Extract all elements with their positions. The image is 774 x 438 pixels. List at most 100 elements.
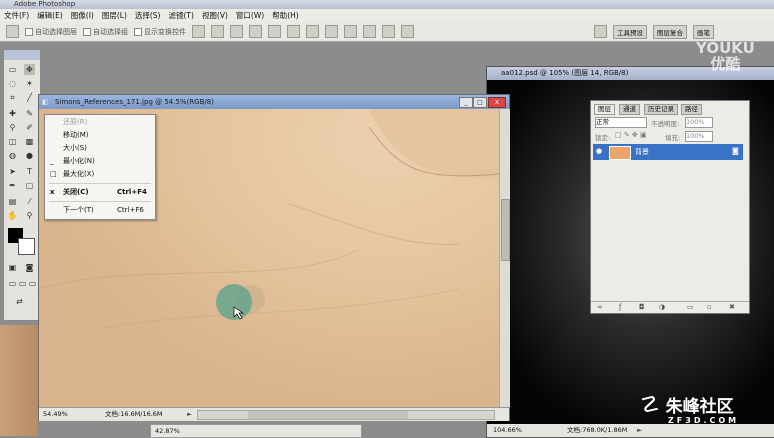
menu-move[interactable]: 移动(M) — [45, 129, 155, 142]
menu-filter[interactable]: 滤镜(T) — [165, 10, 198, 21]
align-center-icon[interactable] — [268, 25, 281, 38]
doc1-status-arrow-icon[interactable]: ► — [187, 408, 192, 421]
menu-select[interactable]: 选择(S) — [131, 10, 165, 21]
menu-help[interactable]: 帮助(H) — [268, 10, 303, 21]
clone-stamp-icon[interactable]: ⚲ — [7, 122, 18, 133]
close-button[interactable]: x — [488, 97, 506, 108]
hand-tool-icon[interactable]: ✋ — [7, 210, 18, 221]
add-mask-icon[interactable]: ◘ — [639, 303, 645, 311]
tab-layer-comps[interactable]: 图层复合 — [653, 24, 687, 39]
menu-next[interactable]: 下一个(T) Ctrl+F6 — [45, 204, 155, 217]
layers-panel: 图层 通道 历史记录 路径 正常 不透明度: 100% 锁定: □ ✎ ✥ ▣ … — [590, 100, 750, 314]
menu-window[interactable]: 窗口(W) — [232, 10, 268, 21]
standard-mode-icon[interactable]: ▣ — [7, 262, 18, 273]
layer-name: 背景 — [635, 148, 649, 156]
bridge-icon[interactable] — [594, 25, 607, 38]
doc1-horizontal-scrollbar[interactable] — [197, 410, 495, 420]
background-color-swatch[interactable] — [18, 238, 35, 255]
doc1-zoom[interactable]: 54.49% — [43, 408, 68, 421]
background-image-fragment — [0, 325, 38, 436]
new-layer-icon[interactable]: ▫ — [707, 303, 712, 311]
doc1-vertical-scrollbar[interactable] — [499, 109, 510, 407]
tab-history[interactable]: 历史记录 — [644, 104, 678, 115]
path-select-icon[interactable]: ➤ — [7, 166, 18, 177]
magic-wand-icon[interactable]: ✶ — [24, 78, 35, 89]
lasso-tool-icon[interactable]: ◌ — [7, 78, 18, 89]
delete-layer-icon[interactable]: ✖ — [729, 303, 735, 311]
doc2-status-arrow-icon[interactable]: ► — [637, 424, 642, 437]
quick-mask-icon[interactable]: ◙ — [24, 262, 35, 273]
distribute-2-icon[interactable] — [325, 25, 338, 38]
move-tool-icon[interactable]: ✥ — [24, 64, 35, 75]
distribute-icon[interactable] — [306, 25, 319, 38]
menu-layer[interactable]: 图层(L) — [98, 10, 131, 21]
distribute-6-icon[interactable] — [401, 25, 414, 38]
auto-select-layer-checkbox[interactable] — [83, 27, 91, 36]
pen-tool-icon[interactable]: ✒ — [7, 180, 18, 191]
crop-tool-icon[interactable]: ⌗ — [7, 92, 18, 103]
auto-select-group-checkbox[interactable] — [25, 27, 33, 36]
shape-tool-icon[interactable]: ▢ — [24, 180, 35, 191]
move-tool-preset-icon[interactable] — [6, 25, 19, 38]
background-doc-zoom[interactable]: 42.87% — [155, 425, 180, 437]
doc1-title-bar[interactable]: ◧ Simons_References_171.jpg @ 54.5%(RGB/… — [39, 95, 509, 109]
menu-maximize[interactable]: □ 最大化(X) — [45, 168, 155, 181]
show-transform-checkbox[interactable] — [134, 27, 142, 36]
distribute-3-icon[interactable] — [344, 25, 357, 38]
menu-image[interactable]: 图像(I) — [67, 10, 98, 21]
menu-restore[interactable]: 还原(R) — [45, 116, 155, 129]
distribute-4-icon[interactable] — [363, 25, 376, 38]
tab-tool-presets[interactable]: 工具预设 — [613, 24, 647, 39]
eyedropper-icon[interactable]: ⁄ — [24, 196, 35, 207]
imageready-icon[interactable]: ⇄ — [14, 296, 25, 307]
align-top-icon[interactable] — [192, 25, 205, 38]
hscroll-thumb[interactable] — [248, 411, 408, 419]
doc2-zoom[interactable]: 104.66% — [493, 424, 522, 437]
fill-label: 填充: — [665, 134, 681, 142]
screen-mode-3-icon[interactable]: ▭ — [27, 278, 38, 289]
gradient-tool-icon[interactable]: ▩ — [24, 136, 35, 147]
history-brush-icon[interactable]: ✐ — [24, 122, 35, 133]
minimize-button[interactable]: _ — [459, 97, 473, 108]
tab-brushes[interactable]: 画笔 — [693, 24, 714, 39]
healing-brush-icon[interactable]: ✚ — [7, 108, 18, 119]
new-group-icon[interactable]: ▭ — [687, 303, 694, 311]
adjustment-layer-icon[interactable]: ◑ — [659, 303, 665, 311]
fill-field[interactable]: 100% — [685, 131, 713, 142]
tab-layers[interactable]: 图层 — [594, 104, 615, 115]
blur-tool-icon[interactable]: ◍ — [7, 150, 18, 161]
menu-file[interactable]: 文件(F) — [0, 10, 33, 21]
menu-edit[interactable]: 编辑(E) — [33, 10, 67, 21]
zoom-tool-icon[interactable]: ⚲ — [24, 210, 35, 221]
ps-window-icon[interactable]: ◧ — [42, 95, 52, 109]
brush-tool-icon[interactable]: ✎ — [24, 108, 35, 119]
slice-tool-icon[interactable]: ╱ — [24, 92, 35, 103]
menu-close[interactable]: x 关闭(C) Ctrl+F4 — [45, 186, 155, 199]
doc1-title: Simons_References_171.jpg @ 54.5%(RGB/8) — [55, 98, 214, 106]
align-left-icon[interactable] — [249, 25, 262, 38]
maximize-button[interactable]: □ — [473, 97, 487, 108]
blend-mode-value: 正常 — [596, 118, 609, 126]
dodge-tool-icon[interactable]: ● — [24, 150, 35, 161]
align-right-icon[interactable] — [287, 25, 300, 38]
lock-icons[interactable]: □ ✎ ✥ ▣ — [615, 131, 647, 139]
scroll-thumb[interactable] — [501, 199, 510, 261]
menu-view[interactable]: 视图(V) — [198, 10, 232, 21]
tab-paths[interactable]: 路径 — [681, 104, 702, 115]
visibility-eye-icon[interactable]: ● — [596, 147, 602, 155]
layer-row-background[interactable]: ● 背景 ◙ — [593, 144, 743, 160]
opacity-field[interactable]: 100% — [685, 117, 713, 128]
type-tool-icon[interactable]: T — [24, 166, 35, 177]
align-bottom-icon[interactable] — [230, 25, 243, 38]
marquee-tool-icon[interactable]: ▭ — [7, 64, 18, 75]
blend-mode-select[interactable]: 正常 — [595, 117, 647, 128]
layer-style-icon[interactable]: ƒ — [619, 303, 621, 311]
tab-channels[interactable]: 通道 — [619, 104, 640, 115]
menu-size[interactable]: 大小(S) — [45, 142, 155, 155]
link-layers-icon[interactable]: ∞ — [597, 303, 603, 311]
align-middle-icon[interactable] — [211, 25, 224, 38]
notes-tool-icon[interactable]: ▤ — [7, 196, 18, 207]
menu-minimize[interactable]: _ 最小化(N) — [45, 155, 155, 168]
eraser-tool-icon[interactable]: ◫ — [7, 136, 18, 147]
distribute-5-icon[interactable] — [382, 25, 395, 38]
